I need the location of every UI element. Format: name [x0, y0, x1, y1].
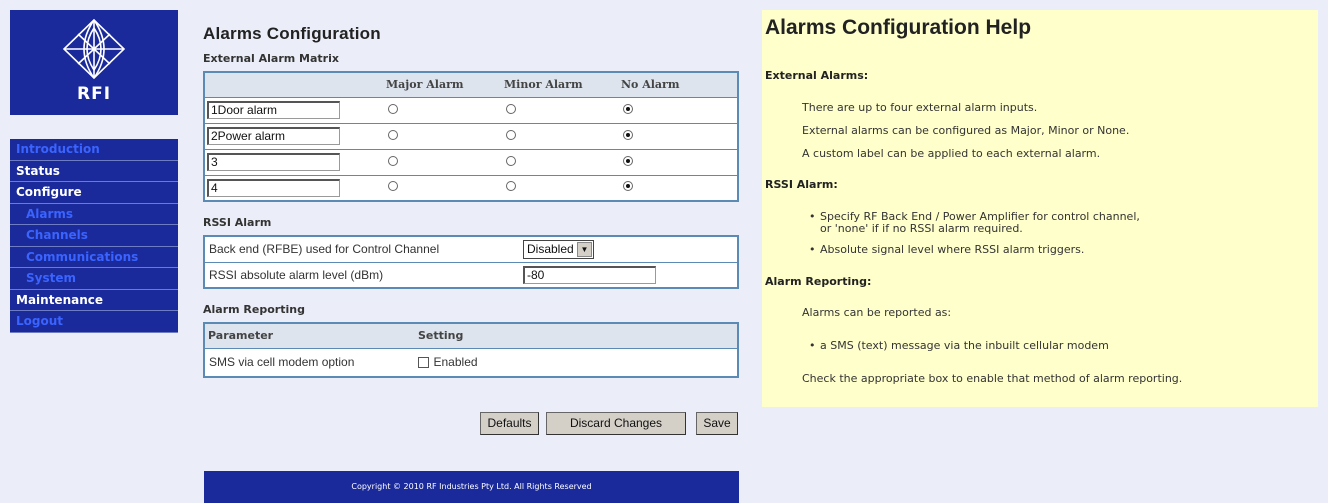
rssi-level-label: RSSI absolute alarm level (dBm)	[204, 262, 523, 289]
alarm-row: 2Power alarm	[204, 123, 738, 150]
main-content: Alarms Configuration External Alarm Matr…	[203, 10, 739, 378]
table-header-row: Major Alarm Minor Alarm No Alarm	[204, 72, 738, 98]
alarm-reporting-table: Parameter Setting SMS via cell modem opt…	[203, 322, 739, 378]
alarm-option-cell	[621, 97, 738, 124]
alarm-row: 4	[204, 175, 738, 202]
help-external-p3: A custom label can be applied to each ex…	[802, 147, 1101, 160]
help-rssi-li2: Absolute signal level where RSSI alarm t…	[809, 244, 1180, 257]
radio-minor-alarm[interactable]	[506, 129, 516, 140]
alarm-option-cell	[504, 149, 621, 176]
header-no-alarm: No Alarm	[621, 72, 738, 98]
alarm-label-cell: 1Door alarm	[204, 97, 386, 124]
radio-none-alarm[interactable]	[623, 103, 633, 114]
nav-item-alarms[interactable]: Alarms	[10, 203, 178, 225]
alarm-option-cell	[386, 97, 504, 124]
header-major-alarm: Major Alarm	[386, 72, 504, 98]
alarm-row: 1Door alarm	[204, 97, 738, 124]
radio-minor-alarm[interactable]	[506, 103, 516, 114]
sms-label: SMS via cell modem option	[204, 348, 418, 378]
nav-item-system[interactable]: System	[10, 268, 178, 290]
radio-major-alarm[interactable]	[388, 103, 398, 114]
alarm-label-input[interactable]: 1Door alarm	[207, 101, 340, 119]
defaults-button[interactable]: Defaults	[480, 412, 539, 435]
alarm-row: 3	[204, 149, 738, 176]
header-parameter: Parameter	[204, 323, 418, 349]
radio-major-alarm[interactable]	[388, 181, 398, 192]
rssi-backend-select[interactable]: Disabled ▼	[523, 239, 594, 259]
help-external-p2: External alarms can be configured as Maj…	[802, 124, 1130, 137]
reporting-header-row: Parameter Setting	[204, 323, 738, 349]
radio-major-alarm[interactable]	[388, 129, 398, 140]
logo: RFI	[10, 10, 178, 115]
radio-none-alarm[interactable]	[623, 181, 633, 192]
rssi-level-row: RSSI absolute alarm level (dBm) -80	[204, 262, 738, 289]
nav-item-communications[interactable]: Communications	[10, 246, 178, 268]
help-external-p1: There are up to four external alarm inpu…	[802, 101, 1038, 114]
rssi-backend-label: Back end (RFBE) used for Control Channel	[204, 236, 523, 263]
sms-enabled-label[interactable]: Enabled	[433, 355, 478, 369]
alarm-option-cell	[386, 123, 504, 150]
alarm-option-cell	[621, 175, 738, 202]
header-minor-alarm: Minor Alarm	[504, 72, 621, 98]
rssi-alarm-title: RSSI Alarm	[203, 216, 272, 229]
radio-minor-alarm[interactable]	[506, 155, 516, 166]
alarm-label-cell: 2Power alarm	[204, 123, 386, 150]
radio-none-alarm[interactable]	[623, 155, 633, 166]
help-reporting-p1: Alarms can be reported as:	[802, 306, 952, 319]
save-button[interactable]: Save	[696, 412, 738, 435]
help-rssi-heading: RSSI Alarm:	[765, 178, 838, 191]
alarm-option-cell	[504, 97, 621, 124]
header-setting: Setting	[418, 323, 738, 349]
table-header-label	[204, 72, 386, 98]
rssi-backend-value: Disabled	[527, 241, 574, 256]
chevron-down-icon[interactable]: ▼	[577, 241, 592, 257]
help-rssi-li1: Specify RF Back End / Power Amplifier fo…	[809, 211, 1150, 235]
help-reporting-li1: a SMS (text) message via the inbuilt cel…	[809, 340, 1180, 353]
alarm-option-cell	[504, 123, 621, 150]
help-panel: Alarms Configuration Help External Alarm…	[762, 10, 1318, 407]
rssi-level-input[interactable]: -80	[523, 265, 656, 284]
alarm-label-cell: 4	[204, 175, 386, 202]
nav-item-logout[interactable]: Logout	[10, 311, 178, 333]
help-reporting-p2: Check the appropriate box to enable that…	[802, 372, 1183, 385]
help-external-heading: External Alarms:	[765, 69, 869, 82]
external-alarm-table: Major Alarm Minor Alarm No Alarm 1Door a…	[203, 71, 739, 202]
alarm-option-cell	[621, 123, 738, 150]
footer-copyright: Copyright © 2010 RF Industries Pty Ltd. …	[204, 471, 739, 503]
page-title: Alarms Configuration	[203, 24, 381, 43]
rssi-alarm-table: Back end (RFBE) used for Control Channel…	[203, 235, 739, 289]
radio-major-alarm[interactable]	[388, 155, 398, 166]
nav-item-status[interactable]: Status	[10, 160, 178, 182]
alarm-label-input[interactable]: 2Power alarm	[207, 127, 340, 145]
nav-menu: Introduction Status Configure Alarms Channel…	[10, 139, 178, 333]
rssi-backend-row: Back end (RFBE) used for Control Channel…	[204, 236, 738, 263]
rssi-backend-cell: Disabled ▼	[523, 236, 738, 263]
nav-item-maintenance[interactable]: Maintenance	[10, 289, 178, 311]
sidebar: RFI Introduction Status Configure Alarms Cha…	[10, 10, 178, 333]
alarm-option-cell	[621, 149, 738, 176]
alarm-reporting-title: Alarm Reporting	[203, 303, 305, 316]
discard-changes-button[interactable]: Discard Changes	[546, 412, 686, 435]
rfi-logo-icon	[62, 18, 126, 80]
alarm-label-cell: 3	[204, 149, 386, 176]
sms-setting-cell: Enabled	[418, 348, 738, 378]
rssi-level-cell: -80	[523, 262, 738, 289]
radio-minor-alarm[interactable]	[506, 181, 516, 192]
external-alarm-matrix-title: External Alarm Matrix	[203, 52, 339, 65]
sms-enabled-checkbox[interactable]	[418, 356, 429, 368]
nav-item-introduction[interactable]: Introduction	[10, 139, 178, 161]
sms-row: SMS via cell modem option Enabled	[204, 348, 738, 378]
alarm-option-cell	[386, 149, 504, 176]
nav-item-configure[interactable]: Configure	[10, 182, 178, 204]
help-title: Alarms Configuration Help	[765, 16, 1032, 39]
help-reporting-heading: Alarm Reporting:	[765, 275, 872, 288]
alarm-option-cell	[386, 175, 504, 202]
alarm-option-cell	[504, 175, 621, 202]
alarm-label-input[interactable]: 3	[207, 153, 340, 171]
radio-none-alarm[interactable]	[623, 129, 633, 140]
brand-name: RFI	[76, 84, 112, 104]
nav-item-channels[interactable]: Channels	[10, 225, 178, 247]
alarm-label-input[interactable]: 4	[207, 178, 340, 197]
